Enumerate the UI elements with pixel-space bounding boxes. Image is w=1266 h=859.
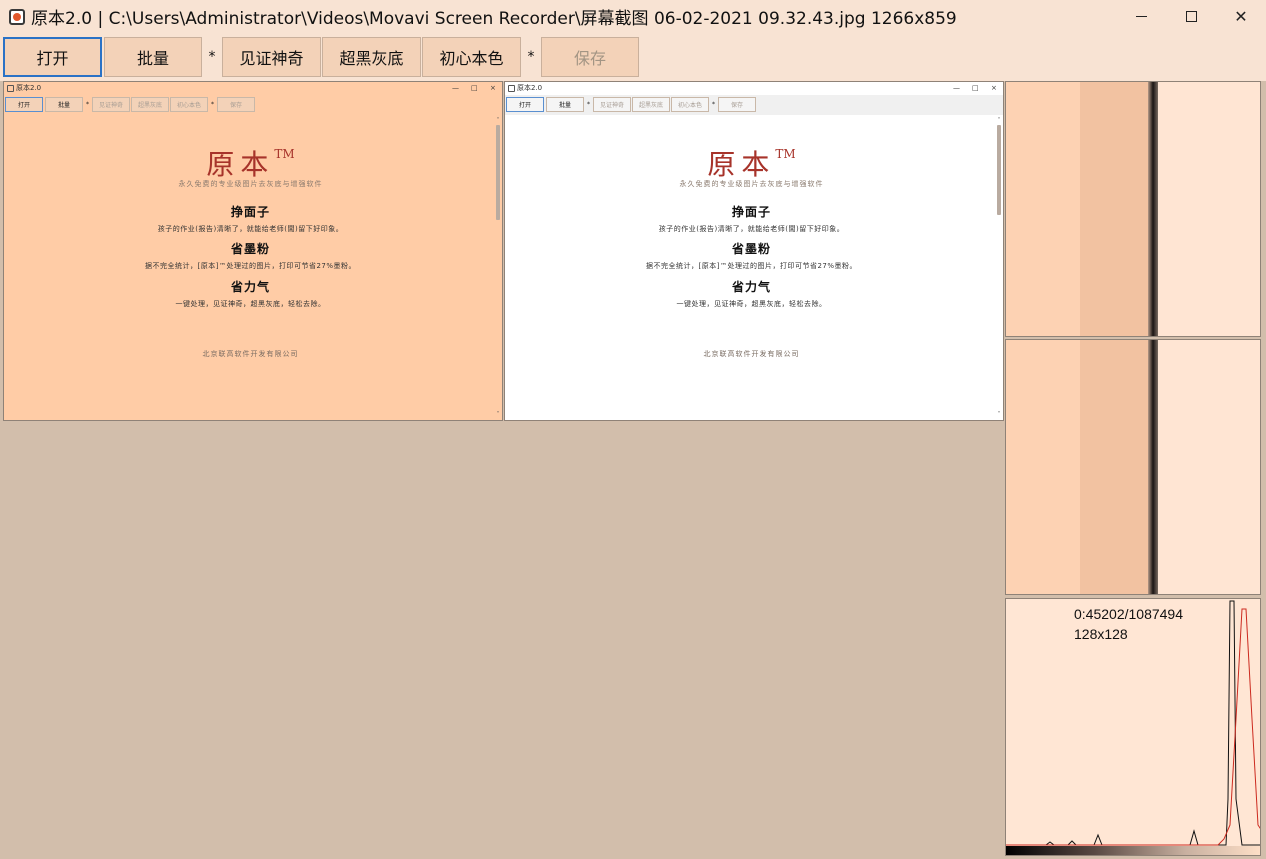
histogram-count: 0:45202/1087494 (1074, 606, 1183, 622)
maximize-icon: □ (471, 84, 478, 92)
preview-open-button: 打开 (5, 97, 43, 112)
histogram-plot (1006, 600, 1260, 846)
trademark: TM (775, 147, 796, 161)
minimize-icon: — (452, 84, 459, 92)
close-icon: × (490, 84, 496, 92)
sample-strip (1158, 82, 1260, 336)
preview-title-bar: 原本2.0 — □ × (4, 82, 502, 95)
preview-separator: * (211, 101, 214, 108)
brand-heading: 原本TM (4, 143, 497, 183)
preview-superblack-button: 超黑灰底 (131, 97, 169, 112)
histogram-curve-processed (1006, 608, 1260, 846)
luminance-gradient-bar (1006, 846, 1260, 855)
close-button[interactable]: ✕ (1216, 0, 1266, 33)
minimize-icon (1135, 16, 1147, 17)
miracle-button[interactable]: 见证神奇 (222, 37, 321, 77)
toolbar-separator: * (527, 49, 535, 65)
histogram-curve-original (1006, 600, 1260, 846)
feature-heading: 省墨粉 (731, 242, 771, 256)
preview-batch-button: 批量 (45, 97, 83, 112)
app-icon[interactable] (9, 8, 25, 25)
zoom-sample-original (1005, 81, 1261, 337)
preview-separator: * (712, 101, 715, 108)
feature-text: 一键处理，见证神奇，超黑灰底，轻松去除。 (676, 300, 827, 308)
preview-window-title: 原本2.0 (16, 84, 42, 92)
sample-edge (1148, 82, 1158, 336)
preview-open-button: 打开 (506, 97, 544, 112)
feature-text: 据不完全统计，[原本]™处理过的图片，打印可节省27%墨粉。 (144, 262, 357, 270)
histogram-size: 128x128 (1074, 626, 1128, 642)
feature-text: 孩子的作业(报告)清晰了，就能给老师(闆)留下好印象。 (157, 225, 344, 233)
preview-scrollbar[interactable]: ˄ ˅ (996, 117, 1002, 418)
brand-name: 原本 (707, 148, 776, 181)
preview-window-title: 原本2.0 (517, 84, 543, 92)
feature-heading: 挣面子 (230, 205, 270, 219)
preview-title-bar: 原本2.0 — □ × (505, 82, 1003, 95)
preview-separator: * (587, 101, 590, 108)
company-footer: 北京联高软件开发有限公司 (703, 350, 800, 358)
brand-subtitle: 永久免费的专业级图片去灰底与增强软件 (679, 180, 824, 188)
sample-strip (1006, 340, 1080, 594)
brand-name: 原本 (206, 148, 275, 181)
preview-save-button: 保存 (718, 97, 756, 112)
scroll-thumb[interactable] (997, 125, 1001, 215)
preview-separator: * (86, 101, 89, 108)
feature-heading: 省力气 (230, 280, 270, 294)
open-button[interactable]: 打开 (3, 37, 102, 77)
sample-strip (1006, 82, 1080, 336)
processed-preview-pane[interactable]: 原本2.0 — □ × 打开 批量 * 见证神奇 超黑灰底 初心本色 * 保存 … (504, 81, 1004, 421)
preview-document: 原本TM 永久免费的专业级图片去灰底与增强软件 挣面子 孩子的作业(报告)清晰了… (4, 115, 502, 420)
title-bar: 原本2.0 | C:\Users\Administrator\Videos\Mo… (0, 0, 1266, 33)
superblack-button[interactable]: 超黑灰底 (322, 37, 421, 77)
brand-heading: 原本TM (505, 143, 998, 183)
scroll-thumb[interactable] (496, 125, 500, 220)
toolbar: 打开 批量 * 见证神奇 超黑灰底 初心本色 * 保存 (0, 33, 1266, 81)
preview-toolbar: 打开 批量 * 见证神奇 超黑灰底 初心本色 * 保存 (4, 95, 502, 115)
feature-heading: 省力气 (731, 280, 771, 294)
zoom-sample-processed (1005, 339, 1261, 595)
close-icon: ✕ (1234, 7, 1248, 26)
sample-strip (1158, 340, 1260, 594)
original-preview-pane[interactable]: 原本2.0 — □ × 打开 批量 * 见证神奇 超黑灰底 初心本色 * 保存 … (3, 81, 503, 421)
company-footer: 北京联高软件开发有限公司 (202, 350, 299, 358)
sample-edge (1148, 340, 1158, 594)
sample-strip (1080, 340, 1148, 594)
preview-scrollbar[interactable]: ˄ ˅ (495, 117, 501, 418)
minimize-button[interactable] (1116, 0, 1166, 33)
preview-miracle-button: 见证神奇 (92, 97, 130, 112)
scroll-up-icon: ˄ (496, 117, 500, 124)
original-color-button[interactable]: 初心本色 (422, 37, 521, 77)
close-icon: × (991, 84, 997, 92)
feature-text: 据不完全统计，[原本]™处理过的图片，打印可节省27%墨粉。 (645, 262, 858, 270)
window-title: 原本2.0 | C:\Users\Administrator\Videos\Mo… (31, 9, 957, 29)
feature-text: 一键处理，见证神奇，超黑灰底，轻松去除。 (175, 300, 326, 308)
preview-save-button: 保存 (217, 97, 255, 112)
maximize-icon (1185, 11, 1197, 22)
feature-text: 孩子的作业(报告)清晰了，就能给老师(闆)留下好印象。 (658, 225, 845, 233)
scroll-up-icon: ˄ (997, 117, 1001, 124)
save-button[interactable]: 保存 (541, 37, 639, 77)
sample-strip (1080, 82, 1148, 336)
histogram-panel: 0:45202/1087494 128x128 (1005, 598, 1261, 856)
preview-miracle-button: 见证神奇 (593, 97, 631, 112)
preview-document: 原本TM 永久免费的专业级图片去灰底与增强软件 挣面子 孩子的作业(报告)清晰了… (505, 115, 1003, 420)
preview-original-button: 初心本色 (671, 97, 709, 112)
batch-button[interactable]: 批量 (104, 37, 202, 77)
feature-heading: 挣面子 (731, 205, 771, 219)
toolbar-separator: * (208, 49, 216, 65)
preview-batch-button: 批量 (546, 97, 584, 112)
app-icon (7, 85, 14, 92)
preview-original-button: 初心本色 (170, 97, 208, 112)
maximize-icon: □ (972, 84, 979, 92)
scroll-down-icon: ˅ (496, 411, 500, 418)
trademark: TM (274, 147, 295, 161)
minimize-icon: — (953, 84, 960, 92)
preview-superblack-button: 超黑灰底 (632, 97, 670, 112)
maximize-button[interactable] (1166, 0, 1216, 33)
app-icon (508, 85, 515, 92)
preview-toolbar: 打开 批量 * 见证神奇 超黑灰底 初心本色 * 保存 (505, 95, 1003, 115)
feature-heading: 省墨粉 (230, 242, 270, 256)
scroll-down-icon: ˅ (997, 411, 1001, 418)
brand-subtitle: 永久免费的专业级图片去灰底与增强软件 (178, 180, 323, 188)
